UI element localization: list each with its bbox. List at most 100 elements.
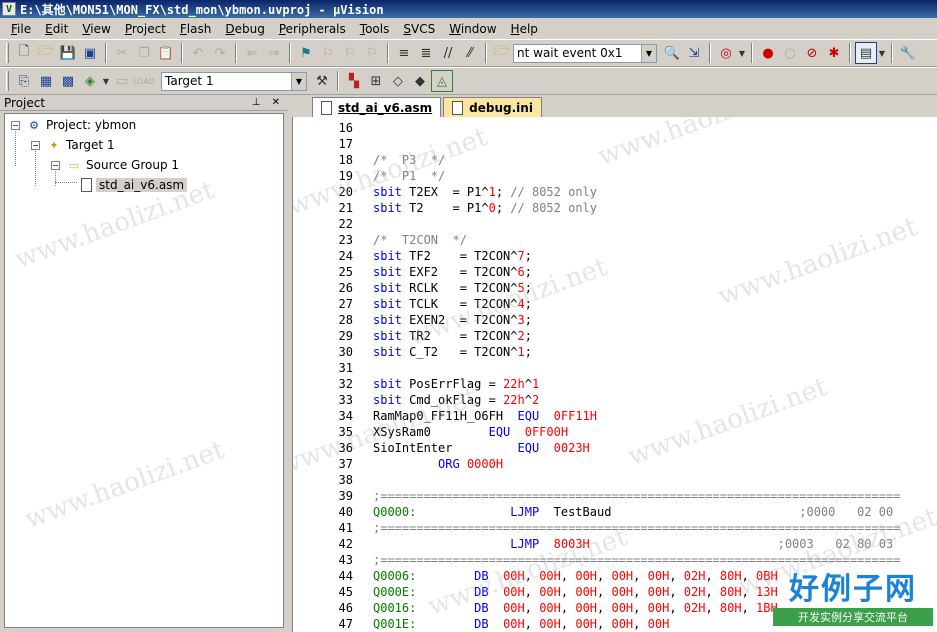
menu-flash[interactable]: Flash <box>173 22 218 36</box>
menu-file[interactable]: File <box>4 22 38 36</box>
manage-components-icon[interactable]: ▚ <box>343 70 365 92</box>
tree-item-project[interactable]: − ⚙ Project: ybmon <box>11 116 136 134</box>
code-line[interactable]: 46 Q0016: DB 00H, 00H, 00H, 00H, 00H, 02H… <box>293 601 778 617</box>
debug-session-icon[interactable]: ◎ <box>715 42 737 64</box>
chevron-down-icon[interactable]: ▼ <box>641 44 656 62</box>
toolbar-grip[interactable] <box>6 71 9 91</box>
menu-svcs[interactable]: SVCS <box>396 22 442 36</box>
menu-window[interactable]: Window <box>442 22 503 36</box>
code-line[interactable]: 27 sbit TCLK = T2CON^4; <box>293 297 532 313</box>
code-line[interactable]: 42 LJMP 8003H ;0003 02 80 03 <box>293 537 894 553</box>
bookmark-icon[interactable]: ⚑ <box>295 42 317 64</box>
code-editor[interactable]: 16 17 18 /* P3 */ 19 /* P1 */ 20 sbit T2EX = P1… <box>292 117 937 632</box>
indent-icon[interactable]: ≡ <box>393 42 415 64</box>
code-line[interactable]: 28 sbit EXEN2 = T2CON^3; <box>293 313 532 329</box>
menu-project[interactable]: Project <box>118 22 173 36</box>
configure-icon[interactable]: 🔧 <box>897 42 919 64</box>
code-line[interactable]: 25 sbit EXF2 = T2CON^6; <box>293 265 532 281</box>
code-line[interactable]: 47 Q001E: DB 00H, 00H, 00H, 00H, 00H <box>293 617 670 632</box>
toolbar-grip[interactable] <box>6 43 9 63</box>
tab-std-ai-v6-asm[interactable]: std_ai_v6.asm <box>312 97 442 117</box>
code-line[interactable]: 20 sbit T2EX = P1^1; // 8052 only <box>293 185 597 201</box>
code-line[interactable]: 19 /* P1 */ <box>293 169 446 185</box>
rebuild-icon[interactable]: ▩ <box>57 70 79 92</box>
code-line[interactable]: 38 <box>293 473 355 489</box>
code-line[interactable]: 44 Q0006: DB 00H, 00H, 00H, 00H, 00H, 02H… <box>293 569 778 585</box>
panel-pin-close-icon[interactable]: ⊥ ✕ <box>252 97 284 108</box>
target-options-icon[interactable]: ⚒ <box>311 70 333 92</box>
find-in-files-icon[interactable]: 🗁 <box>491 42 513 64</box>
collapse-icon[interactable]: − <box>31 140 40 150</box>
code-line[interactable]: 36 SioIntEnter EQU 0023H <box>293 441 590 457</box>
redo-icon[interactable]: ↷ <box>209 42 231 64</box>
save-all-icon[interactable]: ▣ <box>79 42 101 64</box>
save-icon[interactable]: 💾 <box>57 42 79 64</box>
file-extensions-icon[interactable]: ⊞ <box>365 70 387 92</box>
disable-all-breakpoints-icon[interactable]: ⊘ <box>801 42 823 64</box>
kill-all-breakpoints-icon[interactable]: ✱ <box>823 42 845 64</box>
disable-breakpoint-icon[interactable]: ○ <box>779 42 801 64</box>
code-line[interactable]: 40 Q0000: LJMP TestBaud ;0000 02 00 <box>293 505 894 521</box>
menu-peripherals[interactable]: Peripherals <box>272 22 353 36</box>
nav-forward-icon[interactable]: ⇒ <box>263 42 285 64</box>
tab-debug-ini[interactable]: debug.ini <box>443 97 542 117</box>
menu-debug[interactable]: Debug <box>218 22 271 36</box>
stop-build-icon[interactable]: ▭ <box>111 70 133 92</box>
code-line[interactable]: 16 <box>293 121 355 137</box>
copy-icon[interactable]: ❐ <box>133 42 155 64</box>
code-line[interactable]: 34 RamMap0_FF11H_O6FH EQU 0FF11H <box>293 409 597 425</box>
uncomment-icon[interactable]: ⁄⁄ <box>459 42 481 64</box>
menu-view[interactable]: View <box>75 22 117 36</box>
undo-icon[interactable]: ↶ <box>187 42 209 64</box>
code-line[interactable]: 29 sbit TR2 = T2CON^2; <box>293 329 532 345</box>
select-packs-icon[interactable]: ◇ <box>387 70 409 92</box>
code-line[interactable]: 31 <box>293 361 355 377</box>
build-icon[interactable]: ▦ <box>35 70 57 92</box>
code-line[interactable]: 30 sbit C_T2 = T2CON^1; <box>293 345 532 361</box>
menu-edit[interactable]: Edit <box>38 22 75 36</box>
breakpoint-icon[interactable]: ● <box>757 42 779 64</box>
new-file-icon[interactable]: 🗋 <box>13 42 35 64</box>
cut-icon[interactable]: ✂ <box>111 42 133 64</box>
code-line[interactable]: 37 ORG 0000H <box>293 457 504 473</box>
clear-bookmarks-icon[interactable]: ⚐ <box>361 42 383 64</box>
tree-item-file[interactable]: std_ai_v6.asm <box>81 176 188 194</box>
tree-item-target[interactable]: − ✦ Target 1 <box>31 136 115 154</box>
code-line[interactable]: 18 /* P3 */ <box>293 153 446 169</box>
collapse-icon[interactable]: − <box>11 120 20 130</box>
unindent-icon[interactable]: ≣ <box>415 42 437 64</box>
code-line[interactable]: 43 ;=====================================… <box>293 553 901 569</box>
code-line[interactable]: 39 ;=====================================… <box>293 489 901 505</box>
code-line[interactable]: 23 /* T2CON */ <box>293 233 467 249</box>
code-line[interactable]: 35 XSysRam0 EQU 0FF00H <box>293 425 569 441</box>
target-combo[interactable]: Target 1 ▼ <box>161 71 307 91</box>
code-line[interactable]: 21 sbit T2 = P1^0; // 8052 only <box>293 201 597 217</box>
code-line[interactable]: 22 <box>293 217 355 233</box>
chevron-down-icon[interactable]: ▼ <box>291 72 306 90</box>
tree-item-source-group[interactable]: − ▭ Source Group 1 <box>51 156 179 174</box>
chevron-down-icon[interactable]: ▼ <box>101 70 111 92</box>
batch-build-icon[interactable]: ◈ <box>79 70 101 92</box>
comment-icon[interactable]: // <box>437 42 459 64</box>
prev-bookmark-icon[interactable]: ⚐ <box>317 42 339 64</box>
code-line[interactable]: 24 sbit TF2 = T2CON^7; <box>293 249 532 265</box>
menu-tools[interactable]: Tools <box>353 22 397 36</box>
run-time-env-icon[interactable]: ◬ <box>431 70 453 92</box>
window-layout-icon[interactable]: ▤ <box>855 42 877 64</box>
translate-icon[interactable]: ⎘ <box>13 70 35 92</box>
chevron-down-icon[interactable]: ▼ <box>737 42 747 64</box>
incremental-find-icon[interactable]: ⇲ <box>683 42 705 64</box>
download-icon[interactable]: LOAD <box>133 70 155 92</box>
code-line[interactable]: 41 ;=====================================… <box>293 521 901 537</box>
find-combo[interactable]: nt wait event 0x1 ▼ <box>513 43 657 63</box>
pack-installer-icon[interactable]: ◆ <box>409 70 431 92</box>
chevron-down-icon[interactable]: ▼ <box>877 42 887 64</box>
collapse-icon[interactable]: − <box>51 160 60 170</box>
menu-help[interactable]: Help <box>504 22 545 36</box>
paste-icon[interactable]: 📋 <box>155 42 177 64</box>
code-line[interactable]: 17 <box>293 137 355 153</box>
code-line[interactable]: 26 sbit RCLK = T2CON^5; <box>293 281 532 297</box>
open-folder-icon[interactable]: 🗁 <box>35 42 57 64</box>
code-line[interactable]: 45 Q000E: DB 00H, 00H, 00H, 00H, 00H, 02H… <box>293 585 778 601</box>
code-line[interactable]: 33 sbit Cmd_okFlag = 22h^2 <box>293 393 540 409</box>
